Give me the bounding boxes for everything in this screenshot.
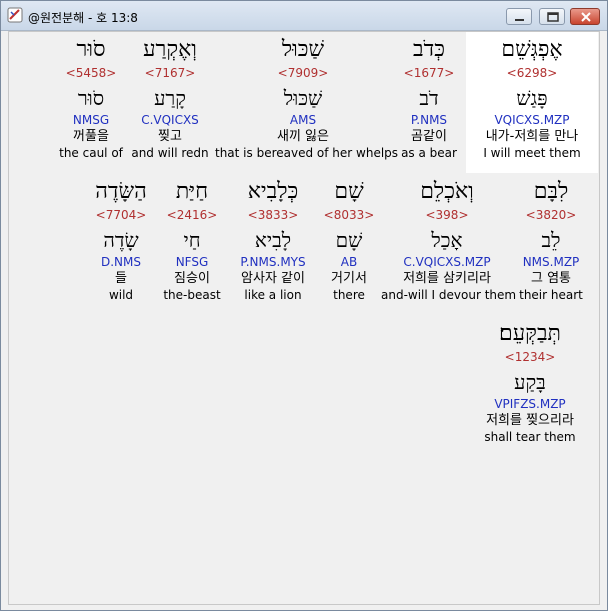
morphology-code: AMS <box>289 113 317 127</box>
strong-number[interactable]: <7909> <box>215 65 391 81</box>
english-gloss: their heart <box>519 288 583 302</box>
morphology-code: P.NMS <box>410 113 448 127</box>
word-block[interactable]: הַשָּׂדֶה <7704> שָׂדֶה D.NMS 들 wild <box>79 179 163 304</box>
word-block[interactable]: חַיַּת <2416> חַי NFSG 짐승이 the-beast <box>157 179 227 304</box>
hebrew-word: אֶפְגְּשֵׁם <box>501 37 563 62</box>
english-gloss: I will meet them <box>483 146 581 160</box>
morphology-code: P.NMS.MYS <box>240 255 306 269</box>
word-block[interactable]: כְּדֹב <1677> דֹב P.NMS 곰같이 as a bear <box>389 37 469 162</box>
morphology-code: NMS.MZP <box>522 255 580 269</box>
word-block-selected[interactable]: אֶפְגְּשֵׁם <6298> פָּגַשׁ VQICXS.MZP 내가… <box>468 37 596 162</box>
korean-gloss: 저희를 삼키리라 <box>403 271 491 286</box>
hebrew-word: שָׁם <box>334 179 364 204</box>
word-block[interactable]: לִבָּם <3820> לֵב NMS.MZP 그 염통 their hea… <box>509 179 593 304</box>
strong-number[interactable]: <8033> <box>319 207 379 223</box>
strong-number[interactable]: <7167> <box>121 65 219 81</box>
english-gloss: the-beast <box>163 288 221 302</box>
english-gloss: wild <box>108 288 134 302</box>
word-block[interactable]: וְאֶקְרַע <7167> קָרַע C.VQICXS 찢고 and w… <box>121 37 219 162</box>
morphology-code: AB <box>340 255 358 269</box>
english-gloss: like a lion <box>244 288 302 302</box>
minimize-icon <box>515 19 524 21</box>
strong-number[interactable]: <1677> <box>389 65 469 81</box>
strong-number[interactable]: <6298> <box>468 65 596 81</box>
app-window: @원전분해 - 호 13:8 סֹוּר <5458> סֹוּר NMSG 꺼… <box>0 0 608 611</box>
korean-gloss: 거기서 <box>331 271 367 286</box>
strong-number[interactable]: <3820> <box>509 207 593 223</box>
strong-number[interactable]: <3833> <box>227 207 319 223</box>
strong-number[interactable]: <398> <box>381 207 513 223</box>
word-block[interactable]: שָׁם <8033> שָׁם AB 거기서 there <box>319 179 379 304</box>
hebrew-word: תְּבַקְּעֵם׃ <box>499 321 561 346</box>
morphology-code: D.NMS <box>100 255 141 269</box>
hebrew-lemma: פָּגַשׁ <box>516 86 548 110</box>
hebrew-word: חַיַּת <box>175 179 209 204</box>
strong-number[interactable]: <1234> <box>468 349 592 365</box>
hebrew-word: כְּלָבִיא <box>247 179 299 204</box>
hebrew-word: הַשָּׂדֶה <box>95 179 147 204</box>
title-bar[interactable]: @원전분해 - 호 13:8 <box>1 1 607 31</box>
hebrew-word: וְאֶקְרַע <box>143 37 197 62</box>
korean-gloss: 암사자 같이 <box>241 271 305 286</box>
hebrew-lemma: חַי <box>183 228 201 252</box>
close-icon <box>581 12 591 22</box>
hebrew-lemma: קָרַע <box>154 86 186 110</box>
hebrew-lemma: שָׁם <box>335 228 363 252</box>
word-block[interactable]: תְּבַקְּעֵם׃ <1234> בָּקַע VPIFZS.MZP 저희… <box>468 321 592 446</box>
korean-gloss: 저희를 찢으리라 <box>486 413 574 428</box>
hebrew-lemma: בָּקַע <box>514 370 546 394</box>
word-block[interactable]: שַׁכּוּל <7909> שַׁכּוּל AMS 새끼 잃은 that … <box>215 37 399 162</box>
morphology-code: VPIFZS.MZP <box>494 397 566 411</box>
english-gloss: shall tear them <box>484 430 576 444</box>
english-gloss: and will redn <box>131 146 209 160</box>
korean-gloss: 새끼 잃은 <box>277 129 329 144</box>
hebrew-lemma: שָׂדֶה <box>103 228 139 252</box>
korean-gloss: 짐승이 <box>174 271 210 286</box>
minimize-button[interactable] <box>506 8 532 25</box>
morphology-code: C.VQICXS <box>141 113 199 127</box>
hebrew-lemma: אָכַל <box>431 228 463 252</box>
word-block[interactable]: כְּלָבִיא <3833> לָבִיא P.NMS.MYS 암사자 같이… <box>227 179 319 304</box>
korean-gloss: 곰같이 <box>411 129 447 144</box>
korean-gloss: 찢고 <box>158 129 182 144</box>
korean-gloss: 들 <box>115 271 127 286</box>
window-title: @원전분해 - 호 13:8 <box>28 11 138 25</box>
korean-gloss: 내가-저희를 만나 <box>485 129 579 144</box>
hebrew-lemma: לֵב <box>541 228 561 252</box>
morphology-code: C.VQICXS.MZP <box>403 255 491 269</box>
maximize-icon <box>547 12 559 22</box>
close-button[interactable] <box>570 8 600 25</box>
strong-number[interactable]: <7704> <box>79 207 163 223</box>
hebrew-lemma: שַׁכּוּל <box>283 86 323 110</box>
morphology-code: NFSG <box>175 255 209 269</box>
word-block[interactable]: וְאֹכְלֵם <398> אָכַל C.VQICXS.MZP 저희를 삼… <box>381 179 517 304</box>
hebrew-word: כְּדֹב <box>413 37 445 62</box>
hebrew-word: שַׁכּוּל <box>281 37 325 62</box>
hebrew-lemma: דֹב <box>419 86 439 110</box>
hebrew-word: וְאֹכְלֵם <box>420 179 474 204</box>
hebrew-lemma: לָבִיא <box>254 228 292 252</box>
maximize-button[interactable] <box>539 8 565 25</box>
hebrew-word: לִבָּם <box>533 179 569 204</box>
korean-gloss: 그 염통 <box>530 271 571 286</box>
english-gloss: that is bereaved of her whelps <box>215 146 399 160</box>
morphology-code: VQICXS.MZP <box>494 113 570 127</box>
english-gloss: there <box>333 288 365 302</box>
english-gloss: as a bear <box>401 146 457 160</box>
app-icon[interactable] <box>7 7 23 23</box>
interlinear-view[interactable]: סֹוּר <5458> סֹוּר NMSG 꺼풀을 the caul of … <box>8 31 600 605</box>
strong-number[interactable]: <2416> <box>157 207 227 223</box>
english-gloss: and-will I devour them <box>381 288 517 302</box>
